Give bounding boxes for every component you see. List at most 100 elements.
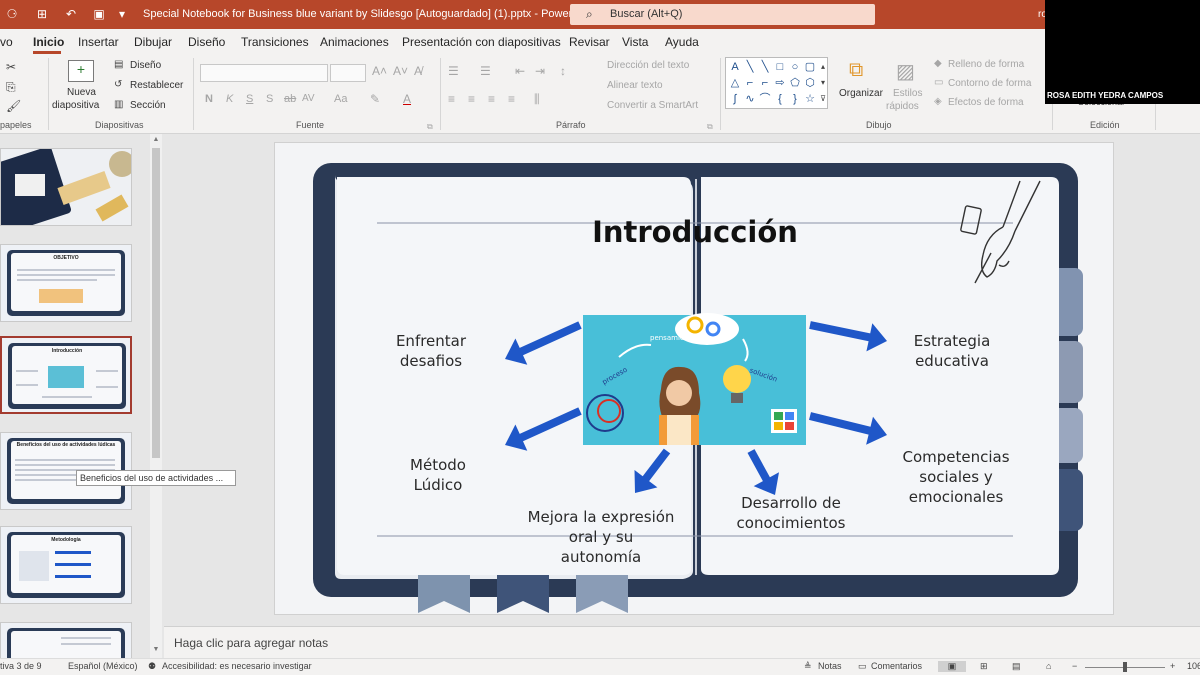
numbering-icon[interactable]: ☰: [480, 64, 491, 78]
decrease-indent-icon[interactable]: ⇤: [515, 64, 525, 78]
columns-icon[interactable]: ⫼: [534, 92, 540, 107]
connector-shape-icon[interactable]: ⌐: [743, 76, 757, 90]
label-mejora[interactable]: Mejora la expresión oral y su autonomía: [501, 507, 701, 567]
notes-button[interactable]: Notas: [818, 661, 842, 671]
align-right-icon[interactable]: ≡: [488, 92, 495, 106]
language-indicator[interactable]: Español (México): [68, 661, 138, 671]
tab-presentacion[interactable]: Presentación con diapositivas: [402, 35, 561, 49]
autosave-icon[interactable]: ⚆: [3, 5, 21, 23]
strike-button[interactable]: ab: [284, 93, 296, 105]
arrange-button[interactable]: Organizar: [839, 88, 883, 99]
notes-pane[interactable]: Haga clic para agregar notas: [164, 626, 1200, 658]
tab-ayuda[interactable]: Ayuda: [665, 35, 699, 49]
new-slide-icon[interactable]: +: [68, 60, 94, 82]
section-button[interactable]: Sección: [130, 100, 166, 111]
convert-smartart-button[interactable]: Convertir a SmartArt: [607, 100, 698, 111]
rectangle-shape-icon[interactable]: □: [773, 60, 787, 74]
shadow-button[interactable]: S: [266, 93, 273, 105]
slide-thumbnail-3[interactable]: Introducción: [0, 336, 132, 414]
tab-insertar[interactable]: Insertar: [78, 35, 119, 49]
normal-view-icon[interactable]: ▣: [938, 661, 966, 672]
comments-button[interactable]: Comentarios: [871, 661, 922, 671]
elbow-shape-icon[interactable]: ⌐: [758, 76, 772, 90]
reading-view-icon[interactable]: ▤: [1012, 661, 1021, 672]
scroll-up-icon[interactable]: ▲: [151, 136, 161, 143]
scroll-down-icon[interactable]: ▼: [151, 646, 161, 653]
tab-transiciones[interactable]: Transiciones: [241, 35, 309, 49]
notes-placeholder[interactable]: Haga clic para agregar notas: [174, 636, 328, 650]
increase-indent-icon[interactable]: ⇥: [535, 64, 545, 78]
brace-right-shape-icon[interactable]: }: [788, 92, 802, 106]
scrollbar-thumb[interactable]: [152, 148, 160, 458]
tab-vista[interactable]: Vista: [622, 35, 648, 49]
search-box[interactable]: ⌕ Buscar (Alt+Q): [570, 4, 875, 25]
tab-animaciones[interactable]: Animaciones: [320, 35, 389, 49]
undo-icon[interactable]: ↶: [62, 5, 80, 23]
shape-effects-button[interactable]: Efectos de forma: [948, 97, 1024, 108]
zoom-slider-knob[interactable]: [1123, 662, 1127, 672]
customize-qat-icon[interactable]: ▾: [113, 5, 131, 23]
case-button[interactable]: Aa: [334, 93, 347, 105]
accessibility-status[interactable]: Accesibilidad: es necesario investigar: [162, 661, 312, 671]
shape-outline-button[interactable]: Contorno de forma: [948, 78, 1031, 89]
align-text-button[interactable]: Alinear texto: [607, 80, 663, 91]
gallery-more-icon[interactable]: ⊽: [816, 92, 830, 106]
gallery-up-icon[interactable]: ▴: [816, 60, 830, 74]
rounded-rect-shape-icon[interactable]: ▢: [803, 60, 817, 74]
layout-button[interactable]: Diseño: [130, 60, 161, 71]
zoom-level[interactable]: 106: [1187, 661, 1200, 671]
slideshow-icon[interactable]: ⌂: [1046, 661, 1051, 671]
font-family-combo[interactable]: [200, 64, 328, 82]
align-center-icon[interactable]: ≡: [468, 92, 475, 106]
shrink-font-icon[interactable]: A˅: [393, 64, 408, 78]
freeform-shape-icon[interactable]: ∿: [743, 92, 757, 106]
textbox-shape-icon[interactable]: A: [728, 60, 742, 74]
triangle-shape-icon[interactable]: △: [728, 76, 742, 90]
slide-thumbnail-1[interactable]: [0, 148, 132, 226]
text-direction-button[interactable]: Dirección del texto: [607, 60, 689, 71]
justify-icon[interactable]: ≡: [508, 92, 515, 106]
format-painter-icon[interactable]: 🖌: [6, 99, 21, 113]
bullets-icon[interactable]: ☰: [448, 64, 459, 78]
label-enfrentar[interactable]: Enfrentar desafios: [371, 331, 491, 371]
star-shape-icon[interactable]: ☆: [803, 92, 817, 106]
slide-canvas[interactable]: Introducción pensamiento proceso solució…: [274, 142, 1114, 615]
thumbnail-scrollbar[interactable]: ▲ ▼: [150, 134, 162, 658]
cut-icon[interactable]: ✂: [6, 60, 16, 74]
save-icon[interactable]: ▣: [90, 5, 108, 23]
oval-shape-icon[interactable]: ○: [788, 60, 802, 74]
present-icon[interactable]: ⊞: [33, 5, 51, 23]
label-estrategia[interactable]: Estrategia educativa: [887, 331, 1017, 371]
line-spacing-icon[interactable]: ↕: [560, 64, 566, 78]
label-metodo[interactable]: Método Lúdico: [378, 455, 498, 495]
shape-fill-button[interactable]: Relleno de forma: [948, 59, 1024, 70]
zoom-out-icon[interactable]: −: [1072, 661, 1077, 671]
label-desarrollo[interactable]: Desarrollo de conocimientos: [711, 493, 871, 533]
line2-shape-icon[interactable]: ╲: [758, 60, 772, 74]
curve-shape-icon[interactable]: ∫: [728, 92, 742, 106]
tab-revisar[interactable]: Revisar: [569, 35, 610, 49]
quick-styles-icon[interactable]: ▨: [896, 59, 915, 84]
zoom-in-icon[interactable]: +: [1170, 661, 1175, 671]
arc-shape-icon[interactable]: ⌒: [758, 92, 772, 106]
new-slide-label-2[interactable]: diapositiva: [52, 100, 99, 111]
italic-button[interactable]: K: [226, 93, 233, 105]
grow-font-icon[interactable]: A˄: [372, 64, 387, 78]
font-dialog-launcher-icon[interactable]: ⧉: [427, 122, 433, 132]
spacing-button[interactable]: AV: [302, 93, 315, 104]
copy-icon[interactable]: ⎘: [6, 80, 16, 95]
new-slide-label-1[interactable]: Nueva: [67, 87, 96, 98]
shapes-gallery[interactable]: A ╲ ╲ □ ○ ▢ △ ⌐ ⌐ ⇨ ⬠ ⬡ ∫ ∿ ⌒ { } ☆ ▴ ▾ …: [725, 57, 828, 109]
slide-title[interactable]: Introducción: [275, 215, 1113, 249]
slide-thumbnail-6[interactable]: [0, 622, 132, 662]
clear-format-icon[interactable]: A̸: [414, 64, 422, 78]
underline-button[interactable]: S: [246, 93, 253, 105]
slide-thumbnail-5[interactable]: Metodología: [0, 526, 132, 604]
paragraph-dialog-launcher-icon[interactable]: ⧉: [707, 122, 713, 132]
tab-dibujar[interactable]: Dibujar: [134, 35, 172, 49]
tab-diseno[interactable]: Diseño: [188, 35, 225, 49]
label-competencias[interactable]: Competencias sociales y emocionales: [881, 447, 1031, 507]
font-size-combo[interactable]: [330, 64, 366, 82]
align-left-icon[interactable]: ≡: [448, 92, 455, 106]
highlight-icon[interactable]: ✎: [370, 92, 380, 106]
